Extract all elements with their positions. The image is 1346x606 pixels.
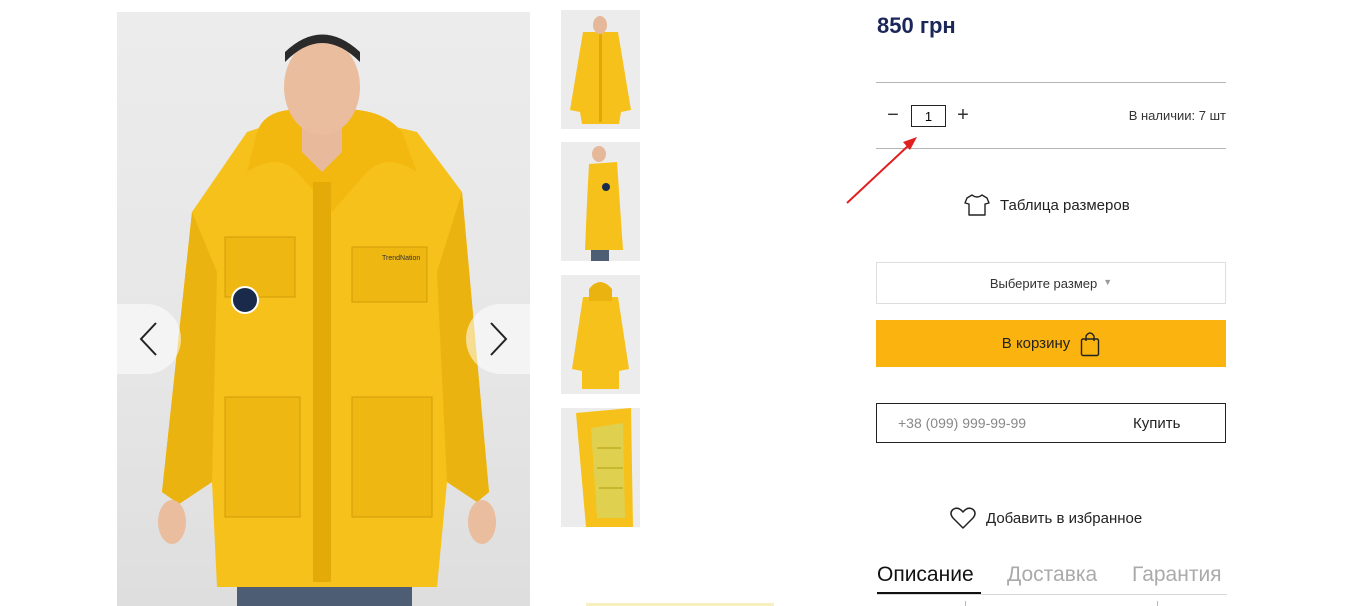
phone-input[interactable] [877,404,1107,442]
thumbnail-side[interactable] [561,142,640,261]
tabs-baseline [877,594,1227,595]
size-table-label: Таблица размеров [1000,196,1130,214]
add-to-cart-button[interactable]: В корзину [876,320,1226,367]
thumbnail-back[interactable] [561,275,640,394]
product-main-image[interactable]: TrendNation [117,12,530,606]
svg-text:TrendNation: TrendNation [382,255,420,262]
thumbnail-inside-image [561,408,640,527]
product-tabs: Описание Доставка Гарантия [877,563,1227,606]
add-to-favorites-link[interactable]: Добавить в избранное [950,507,1142,530]
gallery-next-button[interactable] [466,304,530,374]
quick-buy-form: Купить [876,403,1226,443]
tab-separator [965,601,966,606]
thumbnail-front[interactable] [561,10,640,129]
favorites-label: Добавить в избранное [986,510,1143,527]
chevron-left-icon [139,322,157,356]
tab-warranty[interactable]: Гарантия [1132,563,1222,587]
thumbnail-inside[interactable] [561,408,640,527]
chevron-right-icon [490,322,508,356]
divider [876,148,1226,149]
chevron-down-icon: ▼ [1103,277,1113,287]
size-select[interactable]: Выберите размер ▼ [876,262,1226,304]
quantity-decrease-button[interactable]: − [883,104,903,126]
quantity-increase-button[interactable]: + [953,104,973,126]
thumbnail-back-image [561,275,640,394]
stock-status: В наличии: 7 шт [1128,108,1226,123]
heart-icon [950,507,976,529]
tab-description[interactable]: Описание [877,563,974,587]
size-select-label: Выберите размер [989,275,1098,291]
model-yellow-parka-illustration: TrendNation [158,34,496,606]
tab-delivery[interactable]: Доставка [1007,563,1097,587]
add-to-cart-label: В корзину [1001,335,1071,352]
thumbnail-side-image [561,142,640,261]
quantity-input[interactable] [911,105,946,127]
product-price: 850 грн [877,13,956,38]
shopping-bag-icon [1081,331,1100,356]
quick-buy-button[interactable]: Купить [1133,415,1180,432]
tab-separator [1157,601,1158,606]
size-table-link[interactable]: Таблица размеров [964,194,1130,216]
t-shirt-icon [964,194,990,216]
thumbnail-front-image [561,10,640,129]
divider [876,82,1226,83]
